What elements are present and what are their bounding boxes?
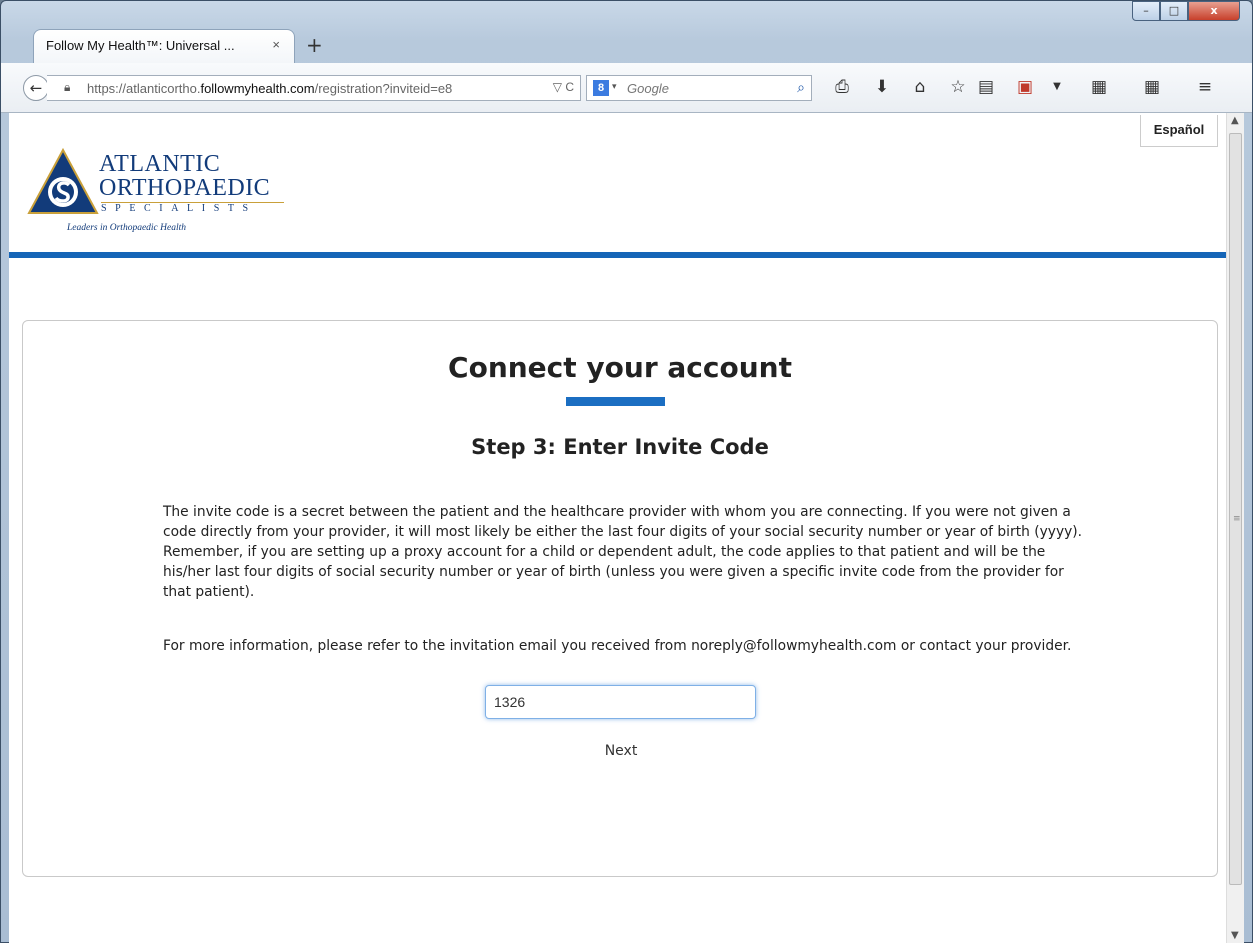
- page-viewport: Español ATLANTIC ORTHOPAEDIC SPECIALISTS…: [9, 113, 1226, 943]
- maximize-button[interactable]: □: [1160, 1, 1188, 21]
- scroll-down-icon[interactable]: ▼: [1231, 930, 1239, 941]
- nav-toolbar: ← 🔒︎ https://atlanticortho.followmyhealt…: [1, 63, 1252, 113]
- logo-text-specialists: SPECIALISTS: [101, 202, 284, 214]
- step-title: Step 3: Enter Invite Code: [471, 435, 769, 459]
- url-host: followmyhealth.com: [200, 81, 315, 96]
- title-accent-bar: [566, 397, 665, 406]
- download-icon[interactable]: ⬇: [871, 78, 893, 96]
- home-icon[interactable]: ⌂: [909, 78, 931, 96]
- more-info-text: For more information, please refer to th…: [163, 638, 1072, 654]
- url-prefix: https://atlanticortho.: [87, 81, 201, 96]
- invite-code-input[interactable]: [485, 685, 756, 719]
- lock-icon: 🔒︎: [64, 80, 71, 94]
- brand-logo[interactable]: ATLANTIC ORTHOPAEDIC SPECIALISTS Leaders…: [27, 147, 287, 237]
- search-go-icon[interactable]: ⌕: [797, 79, 805, 96]
- logo-text-orthopaedic: ORTHOPAEDIC: [99, 175, 271, 201]
- minimize-button[interactable]: –: [1132, 1, 1160, 21]
- next-button[interactable]: Next: [585, 740, 657, 762]
- scrollbar-thumb[interactable]: ≡: [1229, 133, 1242, 885]
- search-engine-icon[interactable]: 8: [593, 80, 609, 96]
- invite-code-instructions: The invite code is a secret between the …: [163, 504, 1083, 600]
- logo-text-atlantic: ATLANTIC: [99, 151, 221, 177]
- bookmark-star-icon[interactable]: ☆: [947, 78, 969, 96]
- title-bar: Follow My Health™: Universal ... × + – □…: [1, 1, 1252, 71]
- logo-tagline: Leaders in Orthopaedic Health: [67, 223, 187, 233]
- url-path: /registration?inviteid=e8: [314, 81, 453, 96]
- page-title: Connect your account: [448, 351, 792, 384]
- language-button[interactable]: Español: [1140, 115, 1218, 147]
- reload-icon[interactable]: ▽ C: [548, 80, 574, 94]
- search-placeholder: Google: [627, 81, 669, 96]
- browser-tab[interactable]: Follow My Health™: Universal ... ×: [33, 29, 295, 63]
- scroll-grip-icon: ≡: [1233, 514, 1241, 524]
- tab-close-icon[interactable]: ×: [272, 37, 280, 52]
- header-divider: [9, 252, 1226, 258]
- reading-list-icon[interactable]: ▤: [975, 78, 997, 96]
- pdf-icon[interactable]: ▣: [1014, 78, 1036, 96]
- print-icon[interactable]: ⎙: [831, 78, 853, 96]
- connect-account-card: Connect your account Step 3: Enter Invit…: [22, 320, 1218, 877]
- tab-title: Follow My Health™: Universal ...: [46, 38, 235, 53]
- page-scrollbar[interactable]: ▲ ≡ ▼: [1226, 113, 1244, 943]
- dropdown-icon[interactable]: ▼: [1046, 78, 1068, 96]
- search-bar[interactable]: 8 ▾ Google ⌕: [586, 75, 812, 101]
- menu-icon[interactable]: ≡: [1194, 78, 1216, 96]
- qr-code-icon[interactable]: ▦: [1141, 78, 1163, 96]
- engine-dropdown-icon[interactable]: ▾: [612, 81, 617, 92]
- scroll-up-icon[interactable]: ▲: [1231, 115, 1239, 126]
- qr-code-icon[interactable]: ▦: [1088, 78, 1110, 96]
- url-bar[interactable]: 🔒︎ https://atlanticortho.followmyhealth.…: [47, 75, 581, 101]
- logo-triangle-icon: [27, 147, 99, 214]
- close-window-button[interactable]: x: [1188, 1, 1240, 21]
- back-arrow-icon[interactable]: ←: [23, 75, 49, 101]
- new-tab-icon[interactable]: +: [306, 33, 323, 57]
- browser-window: Follow My Health™: Universal ... × + – □…: [0, 0, 1253, 943]
